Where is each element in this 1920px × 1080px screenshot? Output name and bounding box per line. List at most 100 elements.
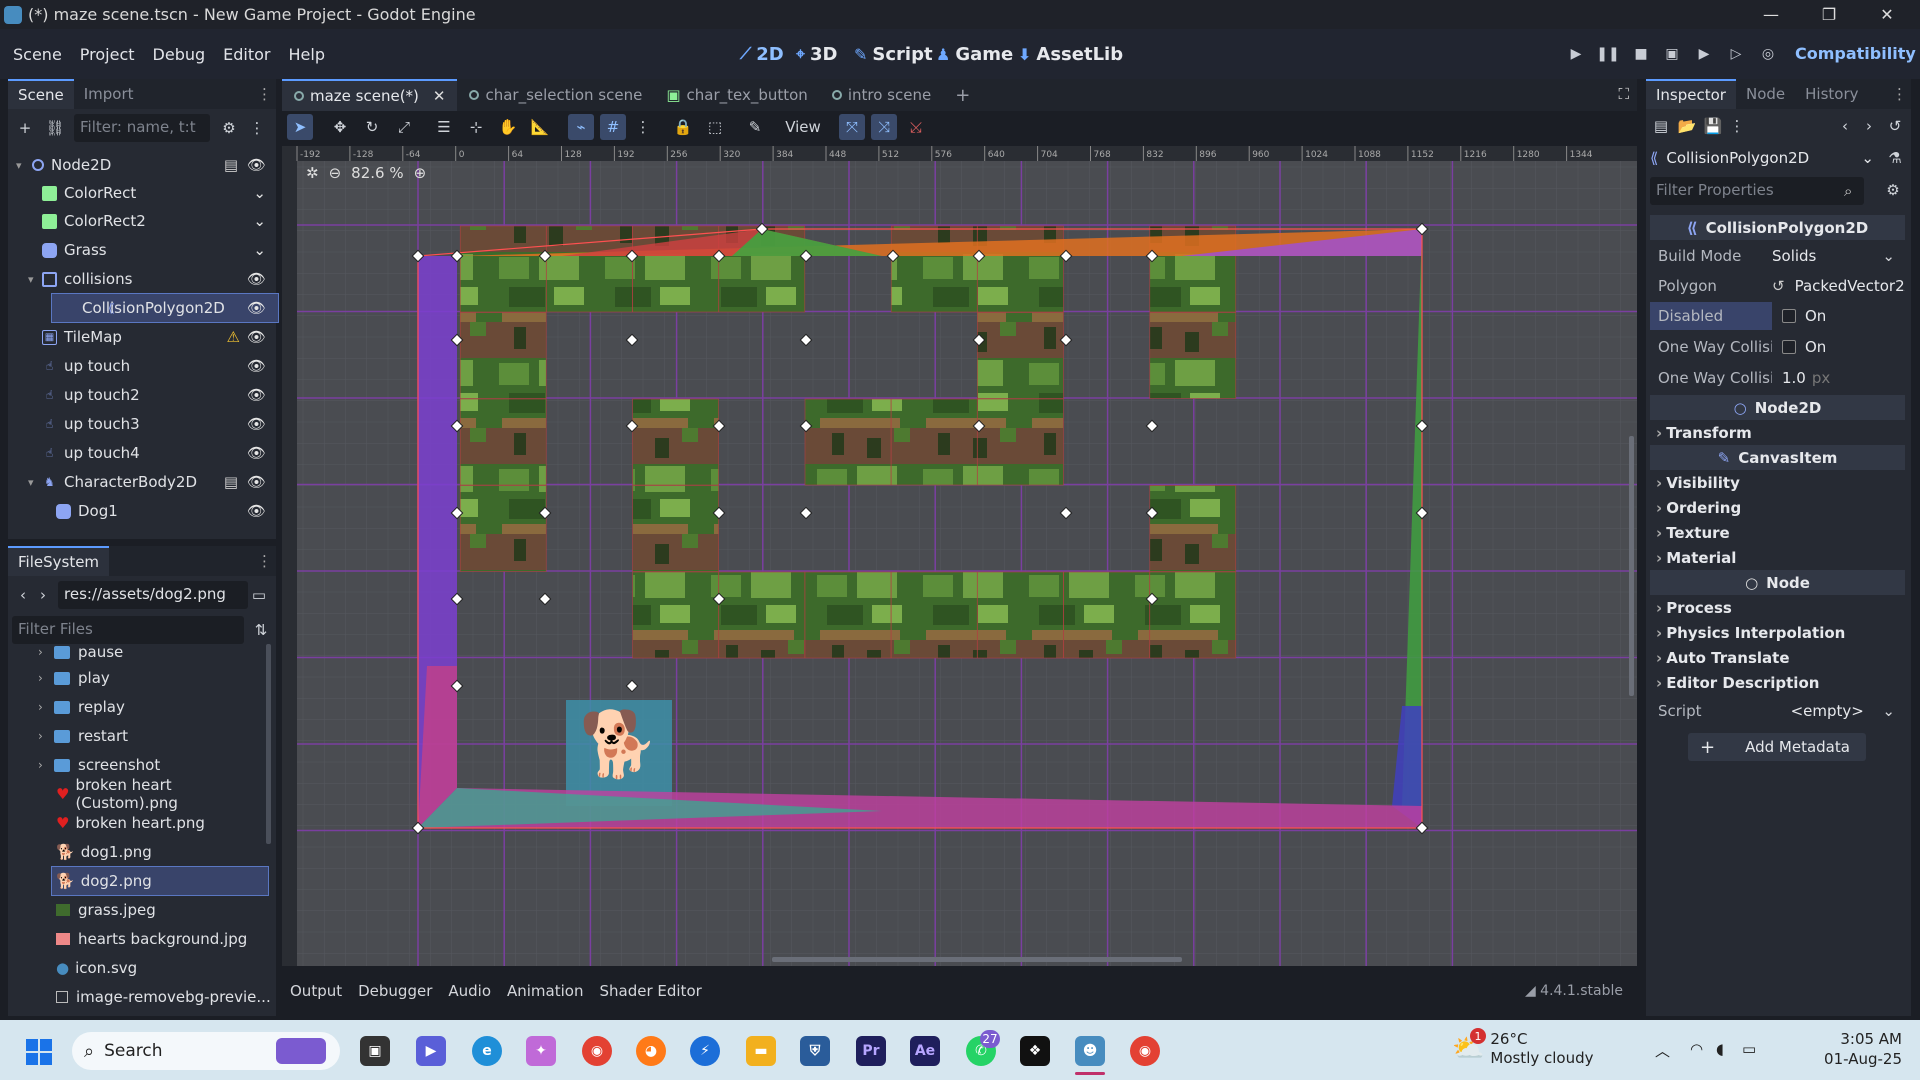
maximize-button[interactable]: ❐: [1800, 0, 1858, 29]
new-resource-icon[interactable]: ▤: [1650, 115, 1672, 137]
polygon-value[interactable]: PackedVector2Ar: [1795, 277, 1905, 295]
close-tab-icon[interactable]: ✕: [433, 87, 446, 105]
history-back-icon[interactable]: ‹: [1834, 115, 1856, 137]
history-forward-icon[interactable]: ›: [1858, 115, 1880, 137]
dock-menu-icon[interactable]: ⋮: [1892, 85, 1907, 103]
visibility-eye-icon[interactable]: 👁: [247, 357, 266, 375]
move-tool-icon[interactable]: ✥: [327, 114, 353, 140]
file-hearts-background[interactable]: hearts background.jpg: [56, 925, 247, 953]
stop-icon[interactable]: ■: [1630, 44, 1652, 64]
wifi-icon[interactable]: ◠: [1690, 1040, 1703, 1058]
tree-node-up-touch4[interactable]: ☝ up touch4 👁: [8, 439, 278, 467]
script-icon[interactable]: ▤: [224, 473, 238, 491]
sort-icon[interactable]: ⇅: [250, 619, 272, 641]
scene-filter-input[interactable]: Filter: name, t:t: [74, 114, 210, 142]
battery-icon[interactable]: ▭: [1742, 1040, 1756, 1058]
dock-menu-icon[interactable]: ⋮: [257, 552, 272, 570]
visibility-eye-icon[interactable]: 👁: [247, 299, 266, 317]
file-image-removebg[interactable]: image-removebg-previe...: [56, 983, 271, 1011]
premiere-icon[interactable]: Pr: [856, 1036, 886, 1066]
menu-editor[interactable]: Editor: [214, 45, 279, 64]
group-icon[interactable]: ⬚: [702, 114, 728, 140]
distraction-free-icon[interactable]: ⛶: [1618, 85, 1629, 103]
edge-icon[interactable]: e: [472, 1036, 502, 1066]
workspace-2d-button[interactable]: ⟋ 2D: [740, 38, 784, 70]
object-doc-icon[interactable]: ⚗: [1884, 147, 1906, 169]
folder-screenshot[interactable]: › screenshot: [38, 751, 160, 779]
taskbar-search[interactable]: ⌕ Search: [72, 1032, 340, 1070]
property-filter-input[interactable]: Filter Properties: [1650, 177, 1864, 205]
tab-output[interactable]: Output: [282, 982, 350, 1000]
godot-taskbar-icon[interactable]: ☻: [1075, 1036, 1105, 1066]
chevron-down-icon[interactable]: ⌄: [1882, 702, 1895, 720]
one-way-checkbox[interactable]: [1782, 340, 1796, 354]
tree-node-node2d[interactable]: ▾ Node2D ▤ 👁: [8, 151, 278, 179]
tab-import[interactable]: Import: [74, 79, 144, 109]
close-window-button[interactable]: ✕: [1858, 0, 1916, 29]
tab-intro-scene[interactable]: intro scene: [820, 79, 943, 111]
task-view-icon[interactable]: ▣: [360, 1036, 390, 1066]
chrome-profile-icon[interactable]: ◉: [1130, 1036, 1160, 1066]
tab-debugger[interactable]: Debugger: [350, 982, 440, 1000]
scale-tool-icon[interactable]: ⤢: [391, 114, 417, 140]
section-texture[interactable]: › Texture: [1650, 520, 1905, 545]
save-resource-icon[interactable]: 💾: [1702, 115, 1724, 137]
filesystem-scrollbar[interactable]: [266, 644, 271, 844]
resource-menu-icon[interactable]: ⋮: [1726, 115, 1748, 137]
back-icon[interactable]: ‹: [12, 584, 34, 606]
remote-debug-icon[interactable]: ▣: [1661, 44, 1683, 64]
file-filter-input[interactable]: Filter Files: [12, 616, 244, 644]
disabled-checkbox[interactable]: [1782, 309, 1796, 323]
tree-node-collisionpolygon2d[interactable]: ⟪ CollisionPolygon2D 👁: [51, 293, 279, 323]
rotate-tool-icon[interactable]: ↻: [359, 114, 385, 140]
tab-audio[interactable]: Audio: [440, 982, 499, 1000]
volume-icon[interactable]: ◖: [1716, 1040, 1724, 1058]
revert-icon[interactable]: ↺: [1772, 277, 1785, 295]
minimize-button[interactable]: —: [1742, 0, 1800, 29]
play-custom-icon[interactable]: ▷: [1725, 44, 1747, 64]
pause-icon[interactable]: ❚❚: [1596, 44, 1619, 64]
tab-inspector[interactable]: Inspector: [1646, 79, 1736, 109]
visibility-eye-icon[interactable]: 👁: [247, 386, 266, 404]
zoom-reset-icon[interactable]: ✲: [306, 164, 319, 182]
tab-animation[interactable]: Animation: [499, 982, 591, 1000]
workspace-3d-button[interactable]: ⌖ 3D: [796, 38, 837, 70]
add-metadata-button[interactable]: + Add Metadata: [1688, 733, 1866, 761]
meet-icon[interactable]: ▶: [416, 1036, 446, 1066]
after-effects-icon[interactable]: Ae: [910, 1036, 940, 1066]
section-ordering[interactable]: › Ordering: [1650, 495, 1905, 520]
object-history-icon[interactable]: ↺: [1884, 115, 1906, 137]
pan-tool-icon[interactable]: ✋: [495, 114, 521, 140]
horizontal-scrollbar[interactable]: [772, 957, 1182, 962]
link-icon[interactable]: ⛓: [44, 117, 66, 139]
tab-char-selection-scene[interactable]: char_selection scene: [457, 79, 654, 111]
script-value[interactable]: <empty>: [1772, 702, 1882, 720]
workspace-game-button[interactable]: ♟ Game: [936, 38, 1013, 70]
tree-node-tilemap[interactable]: ▦ TileMap ⚠ 👁: [8, 323, 278, 351]
copilot-icon[interactable]: ✦: [526, 1036, 556, 1066]
security-icon[interactable]: ⛨: [800, 1036, 830, 1066]
tab-shader-editor[interactable]: Shader Editor: [591, 982, 709, 1000]
smart-snap-icon[interactable]: ⌁: [568, 114, 594, 140]
folder-restart[interactable]: › restart: [38, 722, 128, 750]
visibility-eye-icon[interactable]: 👁: [247, 473, 266, 491]
firefox-icon[interactable]: ◕: [636, 1036, 666, 1066]
menu-project[interactable]: Project: [71, 45, 144, 64]
clock[interactable]: 3:05 AM 01-Aug-25: [1792, 1029, 1902, 1069]
section-physics-interpolation[interactable]: › Physics Interpolation: [1650, 620, 1905, 645]
file-dog2[interactable]: 🐕 dog2.png: [51, 866, 269, 896]
app-icon[interactable]: ⚡: [690, 1036, 720, 1066]
visibility-eye-icon[interactable]: 👁: [247, 156, 266, 174]
tree-node-up-touch3[interactable]: ☝ up touch3 👁: [8, 410, 278, 438]
tab-char-tex-button[interactable]: ▣ char_tex_button: [654, 79, 820, 111]
visibility-eye-icon[interactable]: 👁: [247, 444, 266, 462]
warning-icon[interactable]: ⚠: [227, 328, 240, 346]
chevron-down-icon[interactable]: ⌄: [253, 212, 266, 230]
snap-options-icon[interactable]: ⋮: [630, 114, 656, 140]
add-node-icon[interactable]: +: [14, 117, 36, 139]
file-dog1[interactable]: 🐕 dog1.png: [56, 838, 152, 866]
forward-icon[interactable]: ›: [32, 584, 54, 606]
grid-snap-icon[interactable]: #: [600, 114, 626, 140]
tree-node-colorrect[interactable]: ColorRect ⌄: [8, 179, 278, 207]
tree-node-up-touch[interactable]: ☝ up touch 👁: [8, 352, 278, 380]
